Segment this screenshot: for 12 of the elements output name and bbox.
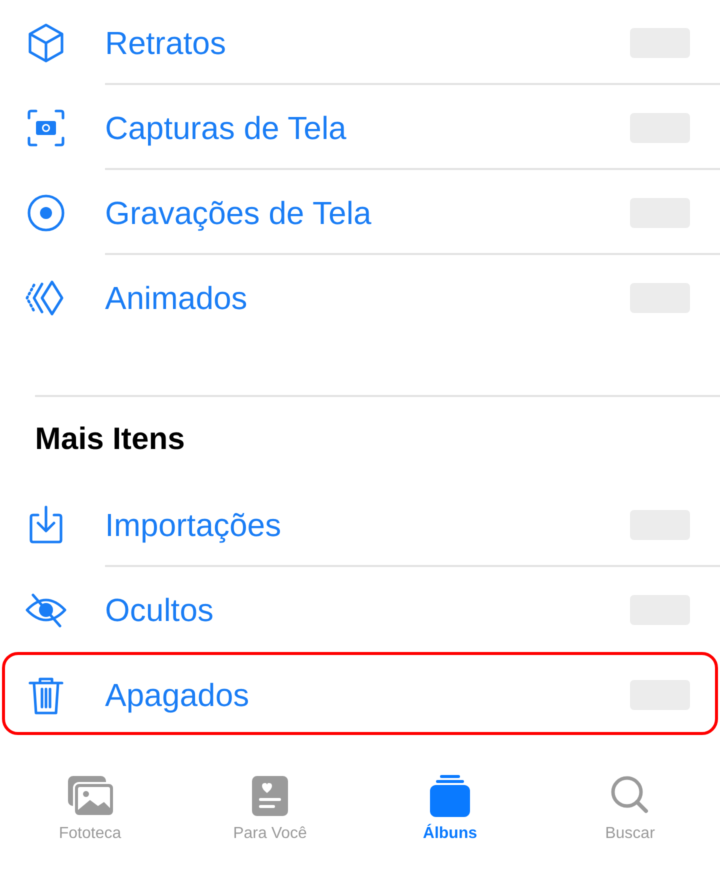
section-heading: Mais Itens [35,420,185,458]
album-item[interactable]: Retratos [105,0,720,85]
tab[interactable]: Álbuns [360,774,540,846]
album-item[interactable]: Capturas de Tela [105,85,720,170]
album-item[interactable]: Animados [105,255,720,340]
album-item[interactable]: Ocultos [105,567,720,652]
tab[interactable]: Fototeca [0,774,180,846]
tab[interactable]: Buscar [540,774,720,846]
album-item[interactable]: Apagados [105,652,720,737]
tab[interactable]: Para Você [180,774,360,846]
album-item[interactable]: Gravações de Tela [105,170,720,255]
album-item[interactable]: Importações [105,482,720,567]
